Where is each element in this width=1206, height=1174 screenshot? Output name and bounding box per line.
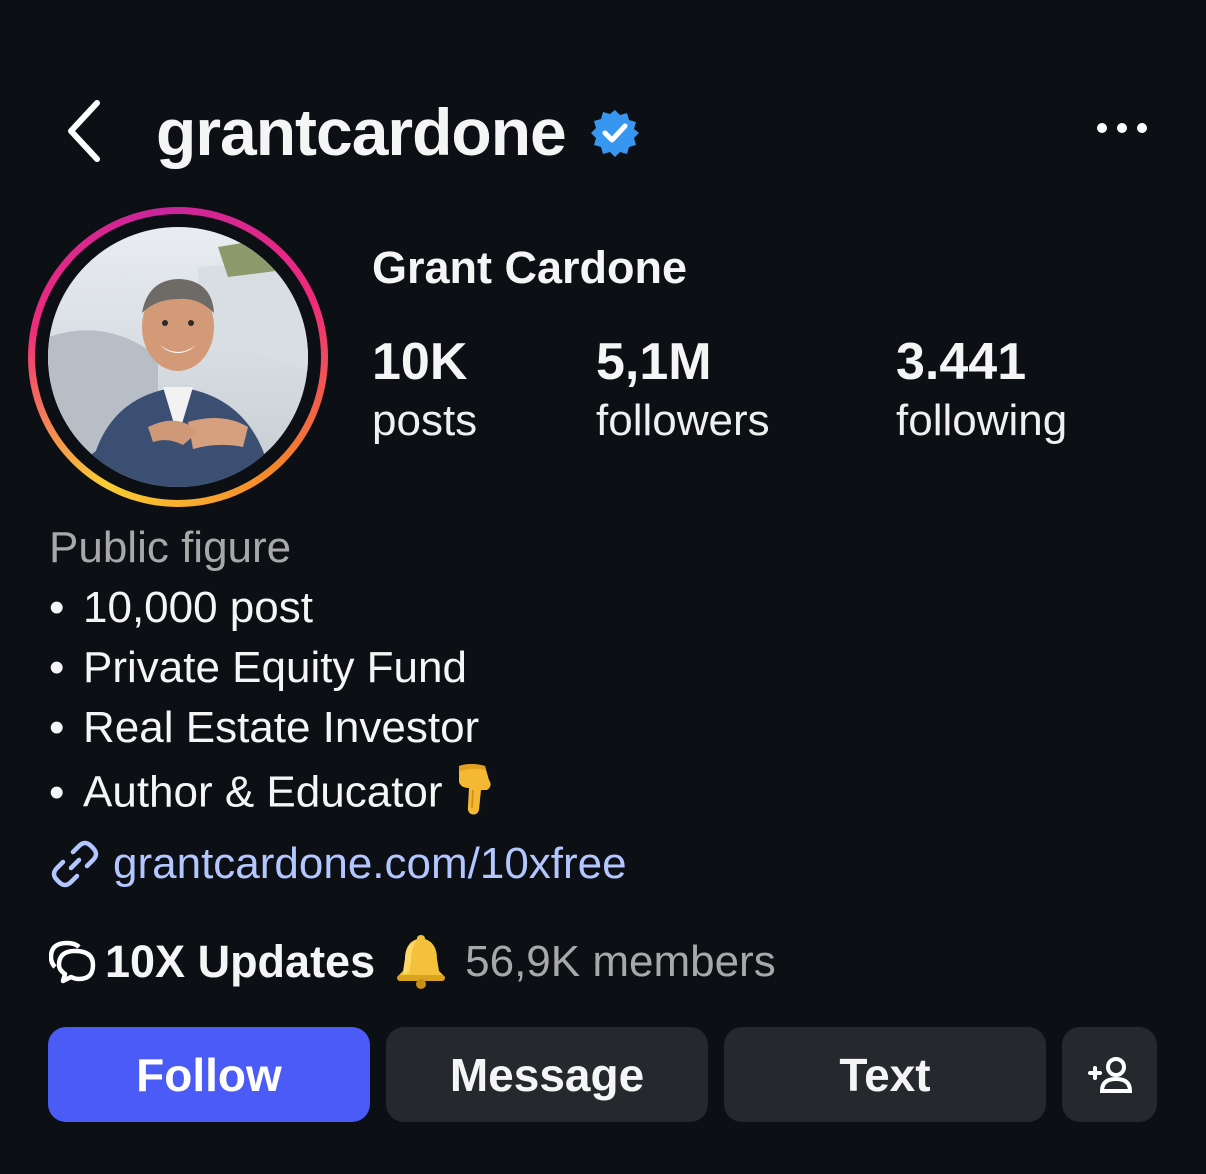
bio-line: • Private Equity Fund [49,640,467,696]
verified-badge-icon [590,108,640,158]
bio-line: • Author & Educator [49,760,499,830]
profile-full-name: Grant Cardone [372,242,688,293]
add-person-icon [1087,1056,1132,1093]
channel-members: 56,9K members [465,937,776,986]
followers-count: 5,1M [596,333,712,391]
bio-line-text: Private Equity Fund [83,643,467,692]
channel-name: 10X Updates [105,936,376,987]
bio-line: • 10,000 post [49,580,313,636]
stat-posts[interactable]: 10K posts [372,330,477,448]
profile-link[interactable]: grantcardone.com/10xfree [49,834,627,894]
profile-category: Public figure [49,523,292,572]
posts-label: posts [372,396,478,445]
bio-line-text: Real Estate Investor [83,703,480,752]
chevron-left-icon [68,100,100,162]
stat-followers[interactable]: 5,1M followers [596,330,770,448]
more-options-button[interactable] [1090,108,1154,148]
message-button[interactable]: Message [386,1027,708,1122]
bullet: • [49,703,65,752]
posts-count: 10K [372,333,468,391]
link-icon [51,840,99,888]
pointing-down-hand-icon [453,760,499,830]
link-text: grantcardone.com/10xfree [113,839,627,888]
following-label: following [896,396,1068,445]
profile-avatar-story-ring[interactable] [28,207,328,507]
follow-button[interactable]: Follow [48,1027,370,1122]
channel-chat-icon [49,940,96,984]
bio-line-text: Author & Educator [83,767,443,817]
back-button[interactable] [58,96,108,166]
avatar [48,227,308,487]
bio-line: • Real Estate Investor [49,700,479,756]
stat-following[interactable]: 3.441 following [896,330,1067,448]
bell-icon [391,931,451,994]
bullet: • [49,643,65,692]
profile-username: grantcardone [156,95,567,169]
followers-label: followers [596,396,770,445]
following-count: 3.441 [896,333,1027,391]
suggested-accounts-button[interactable] [1062,1027,1157,1122]
bullet: • [49,767,65,817]
text-button[interactable]: Text [724,1027,1046,1122]
bullet: • [49,583,65,632]
broadcast-channel[interactable]: 10X Updates 56,9K members [49,930,776,994]
bio-line-text: 10,000 post [83,583,313,632]
more-horizontal-icon [1097,123,1147,133]
